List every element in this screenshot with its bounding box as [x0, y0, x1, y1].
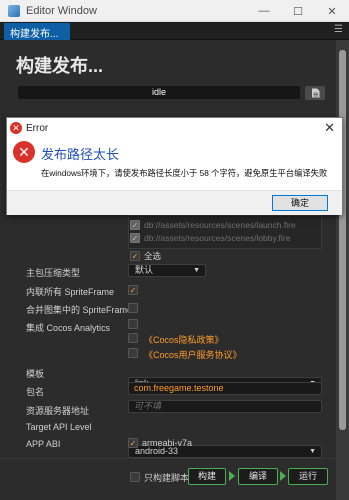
package-name-input[interactable]: com.freegame.testone: [128, 382, 322, 395]
dialog-heading: 发布路径太长: [41, 147, 120, 162]
scene-checkbox[interactable]: ✓: [130, 220, 140, 230]
run-button[interactable]: 运行: [288, 468, 328, 485]
select-all-checkbox[interactable]: ✓: [130, 251, 140, 261]
dialog-title: Error: [26, 122, 49, 134]
service-agreement-checkbox[interactable]: [128, 348, 138, 358]
resource-server-label: 资源服务器地址: [26, 406, 90, 416]
only-build-script-row[interactable]: 只构建脚本: [130, 471, 190, 483]
inline-spriteframe-label: 内联所有 SpriteFrame: [26, 287, 115, 297]
analytics-checkbox[interactable]: [128, 319, 138, 329]
compression-value: 默认: [135, 265, 154, 275]
scene-path: db://assets/resources/scenes/launch.fire: [144, 220, 296, 230]
only-build-script-checkbox[interactable]: [130, 472, 140, 482]
window-titlebar: Editor Window — ☐ ✕: [0, 0, 349, 22]
error-small-icon: ✕: [10, 122, 22, 134]
scrollbar[interactable]: [336, 40, 349, 500]
dialog-titlebar: ✕ Error: [7, 118, 342, 138]
dialog-message: 在windows环境下，请使发布路径长度小于 58 个字符，避免原生平台编译失败: [41, 168, 328, 178]
tab-menu-icon[interactable]: ☰: [334, 24, 343, 35]
page-title: 构建发布...: [16, 56, 104, 76]
document-icon: [311, 88, 319, 98]
tab-strip: 构建发布... ☰: [0, 22, 349, 40]
compression-select[interactable]: 默认 ▼: [128, 264, 206, 277]
app-abi-checkbox[interactable]: ✓: [128, 438, 138, 448]
app-abi-value: armeabi-v7a: [142, 438, 193, 448]
compression-label: 主包压缩类型: [26, 268, 81, 278]
dialog-footer: 确定: [7, 190, 342, 215]
merge-spriteframe-checkbox[interactable]: [128, 303, 138, 313]
package-name-label: 包名: [26, 387, 45, 397]
privacy-policy-link[interactable]: 《Cocos隐私政策》: [144, 333, 224, 346]
window-controls: — ☐ ✕: [247, 0, 349, 22]
template-label: 模板: [26, 369, 45, 379]
select-all-label: 全选: [144, 251, 162, 261]
tab-build-publish[interactable]: 构建发布...: [4, 23, 70, 40]
analytics-label: 集成 Cocos Analytics: [26, 323, 111, 333]
open-folder-button[interactable]: [305, 86, 325, 100]
dialog-ok-button[interactable]: 确定: [272, 195, 328, 211]
build-button[interactable]: 构建: [188, 468, 226, 485]
build-status-bar: idle: [18, 86, 300, 99]
select-all-row[interactable]: ✓ 全选: [130, 250, 320, 262]
error-dialog: ✕ Error ✕ ✕ 发布路径太长 在windows环境下，请使发布路径长度小…: [6, 117, 343, 215]
scrollbar-thumb[interactable]: [339, 50, 346, 430]
merge-spriteframe-label: 合并图集中的 SpriteFrame: [26, 305, 133, 315]
app-icon: [8, 4, 20, 17]
service-agreement-link[interactable]: 《Cocos用户服务协议》: [144, 348, 242, 361]
dialog-close-icon[interactable]: ✕: [324, 120, 335, 136]
close-icon[interactable]: ✕: [315, 0, 349, 22]
arrow-right-icon: [229, 471, 235, 481]
scene-item[interactable]: ✓ db://assets/resources/scenes/launch.fi…: [130, 219, 320, 231]
scene-checkbox[interactable]: ✓: [130, 233, 140, 243]
maximize-icon[interactable]: ☐: [281, 0, 315, 22]
only-build-script-label: 只构建脚本: [144, 472, 190, 483]
window-title: Editor Window: [26, 4, 97, 17]
scene-item[interactable]: ✓ db://assets/resources/scenes/lobby.fir…: [130, 232, 320, 244]
minimize-icon[interactable]: —: [247, 0, 281, 22]
compile-button[interactable]: 编译: [238, 468, 278, 485]
arrow-right-icon: [280, 471, 286, 481]
resource-server-input[interactable]: 可不填: [128, 400, 322, 413]
privacy-checkbox[interactable]: [128, 333, 138, 343]
error-icon: ✕: [13, 141, 35, 163]
app-abi-label: APP ABI: [26, 439, 61, 449]
inline-spriteframe-checkbox[interactable]: ✓: [128, 285, 138, 295]
api-level-label: Target API Level: [26, 422, 92, 432]
chevron-down-icon: ▼: [193, 267, 200, 274]
app-abi-row[interactable]: ✓ armeabi-v7a: [128, 437, 318, 449]
scene-path: db://assets/resources/scenes/lobby.fire: [144, 233, 291, 243]
